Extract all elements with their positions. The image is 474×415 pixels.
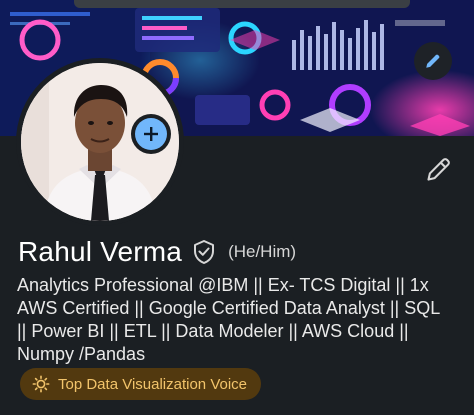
- badge-label: Top Data Visualization Voice: [58, 375, 248, 393]
- sun-icon: [32, 375, 50, 393]
- edit-profile-button[interactable]: [422, 152, 456, 186]
- pencil-icon: [427, 158, 450, 181]
- top-bar-edge: [74, 0, 410, 8]
- plus-icon: [144, 127, 158, 141]
- add-photo-button[interactable]: [131, 114, 171, 154]
- pronouns: (He/Him): [228, 242, 297, 261]
- profile-headline: Analytics Professional @IBM || Ex- TCS D…: [17, 275, 441, 364]
- edit-cover-button[interactable]: [414, 42, 452, 80]
- profile-name: Rahul Verma: [18, 236, 183, 267]
- shield-check-icon[interactable]: [192, 239, 216, 265]
- pencil-icon: [426, 54, 440, 68]
- add-photo-circle: [135, 118, 167, 150]
- top-voice-badge[interactable]: Top Data Visualization Voice: [20, 368, 262, 400]
- name-row: Rahul Verma (He/Him): [18, 236, 296, 268]
